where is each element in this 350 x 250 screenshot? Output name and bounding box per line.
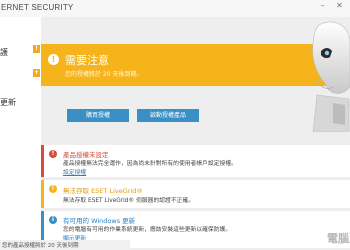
sidebar-item-2[interactable]: +	[0, 69, 41, 91]
card-body: 產品授權無法完全運作，因為尚未針對所有的使用者帳戶設定授權。	[63, 161, 237, 167]
sidebar-item-update[interactable]: 更新	[0, 97, 41, 119]
card-accent-bar	[41, 180, 44, 208]
sidebar-item-label: 護	[0, 48, 8, 57]
sidebar-item-label: 更新	[0, 98, 16, 107]
minimize-button[interactable]: –	[317, 0, 328, 12]
notification-card: ! 產品授權未設定 產品授權無法完全運作，因為尚未針對所有的使用者帳戶設定授權。…	[41, 145, 350, 177]
activate-product-button[interactable]: 啟動授權產品	[137, 109, 199, 122]
card-body: 您的電腦有可用的作業系統更新，應該安裝這些更新以確保防護。	[63, 227, 232, 233]
error-icon: !	[49, 150, 57, 158]
sidebar: 護 ! + 更新	[0, 17, 41, 250]
app-title: ERNET SECURITY	[1, 3, 74, 12]
status-footer: 您的產品授權將於 20 天後到期	[0, 240, 130, 250]
alert-subtitle: 您的授權將於 20 天後到期。	[65, 71, 143, 78]
buy-license-button[interactable]: 購買授權	[67, 109, 129, 122]
plus-badge: +	[33, 69, 40, 77]
alert-title: 需要注意	[65, 54, 109, 67]
title-bar: ERNET SECURITY – ✕	[0, 0, 350, 17]
close-button[interactable]: ✕	[334, 0, 345, 12]
alert-icon: !	[48, 54, 59, 65]
eset-robot-icon	[312, 21, 350, 132]
notification-card: ! 無法存取 ESET LiveGrid® 無法存取 ESET LiveGrid…	[41, 180, 350, 208]
alert-badge: !	[33, 45, 40, 53]
card-accent-bar	[41, 145, 44, 177]
footer-text: 您的產品授權將於 20 天後到期	[2, 243, 79, 249]
card-body: 無法存取 ESET LiveGrid® 伺服器的認證不正確。	[63, 198, 195, 204]
info-icon: i	[49, 216, 57, 224]
setup-license-link[interactable]: 設定授權	[63, 167, 86, 176]
warning-icon: !	[49, 185, 57, 193]
sidebar-item-protection[interactable]: 護 !	[0, 45, 41, 67]
card-title: 無法存取 ESET LiveGrid®	[63, 187, 143, 195]
main-panel: ! 需要注意 您的授權將於 20 天後到期。 購買授權 啟動授權產品 ! 產品授…	[41, 17, 350, 250]
watermark-logo: 電腦王	[327, 232, 350, 245]
